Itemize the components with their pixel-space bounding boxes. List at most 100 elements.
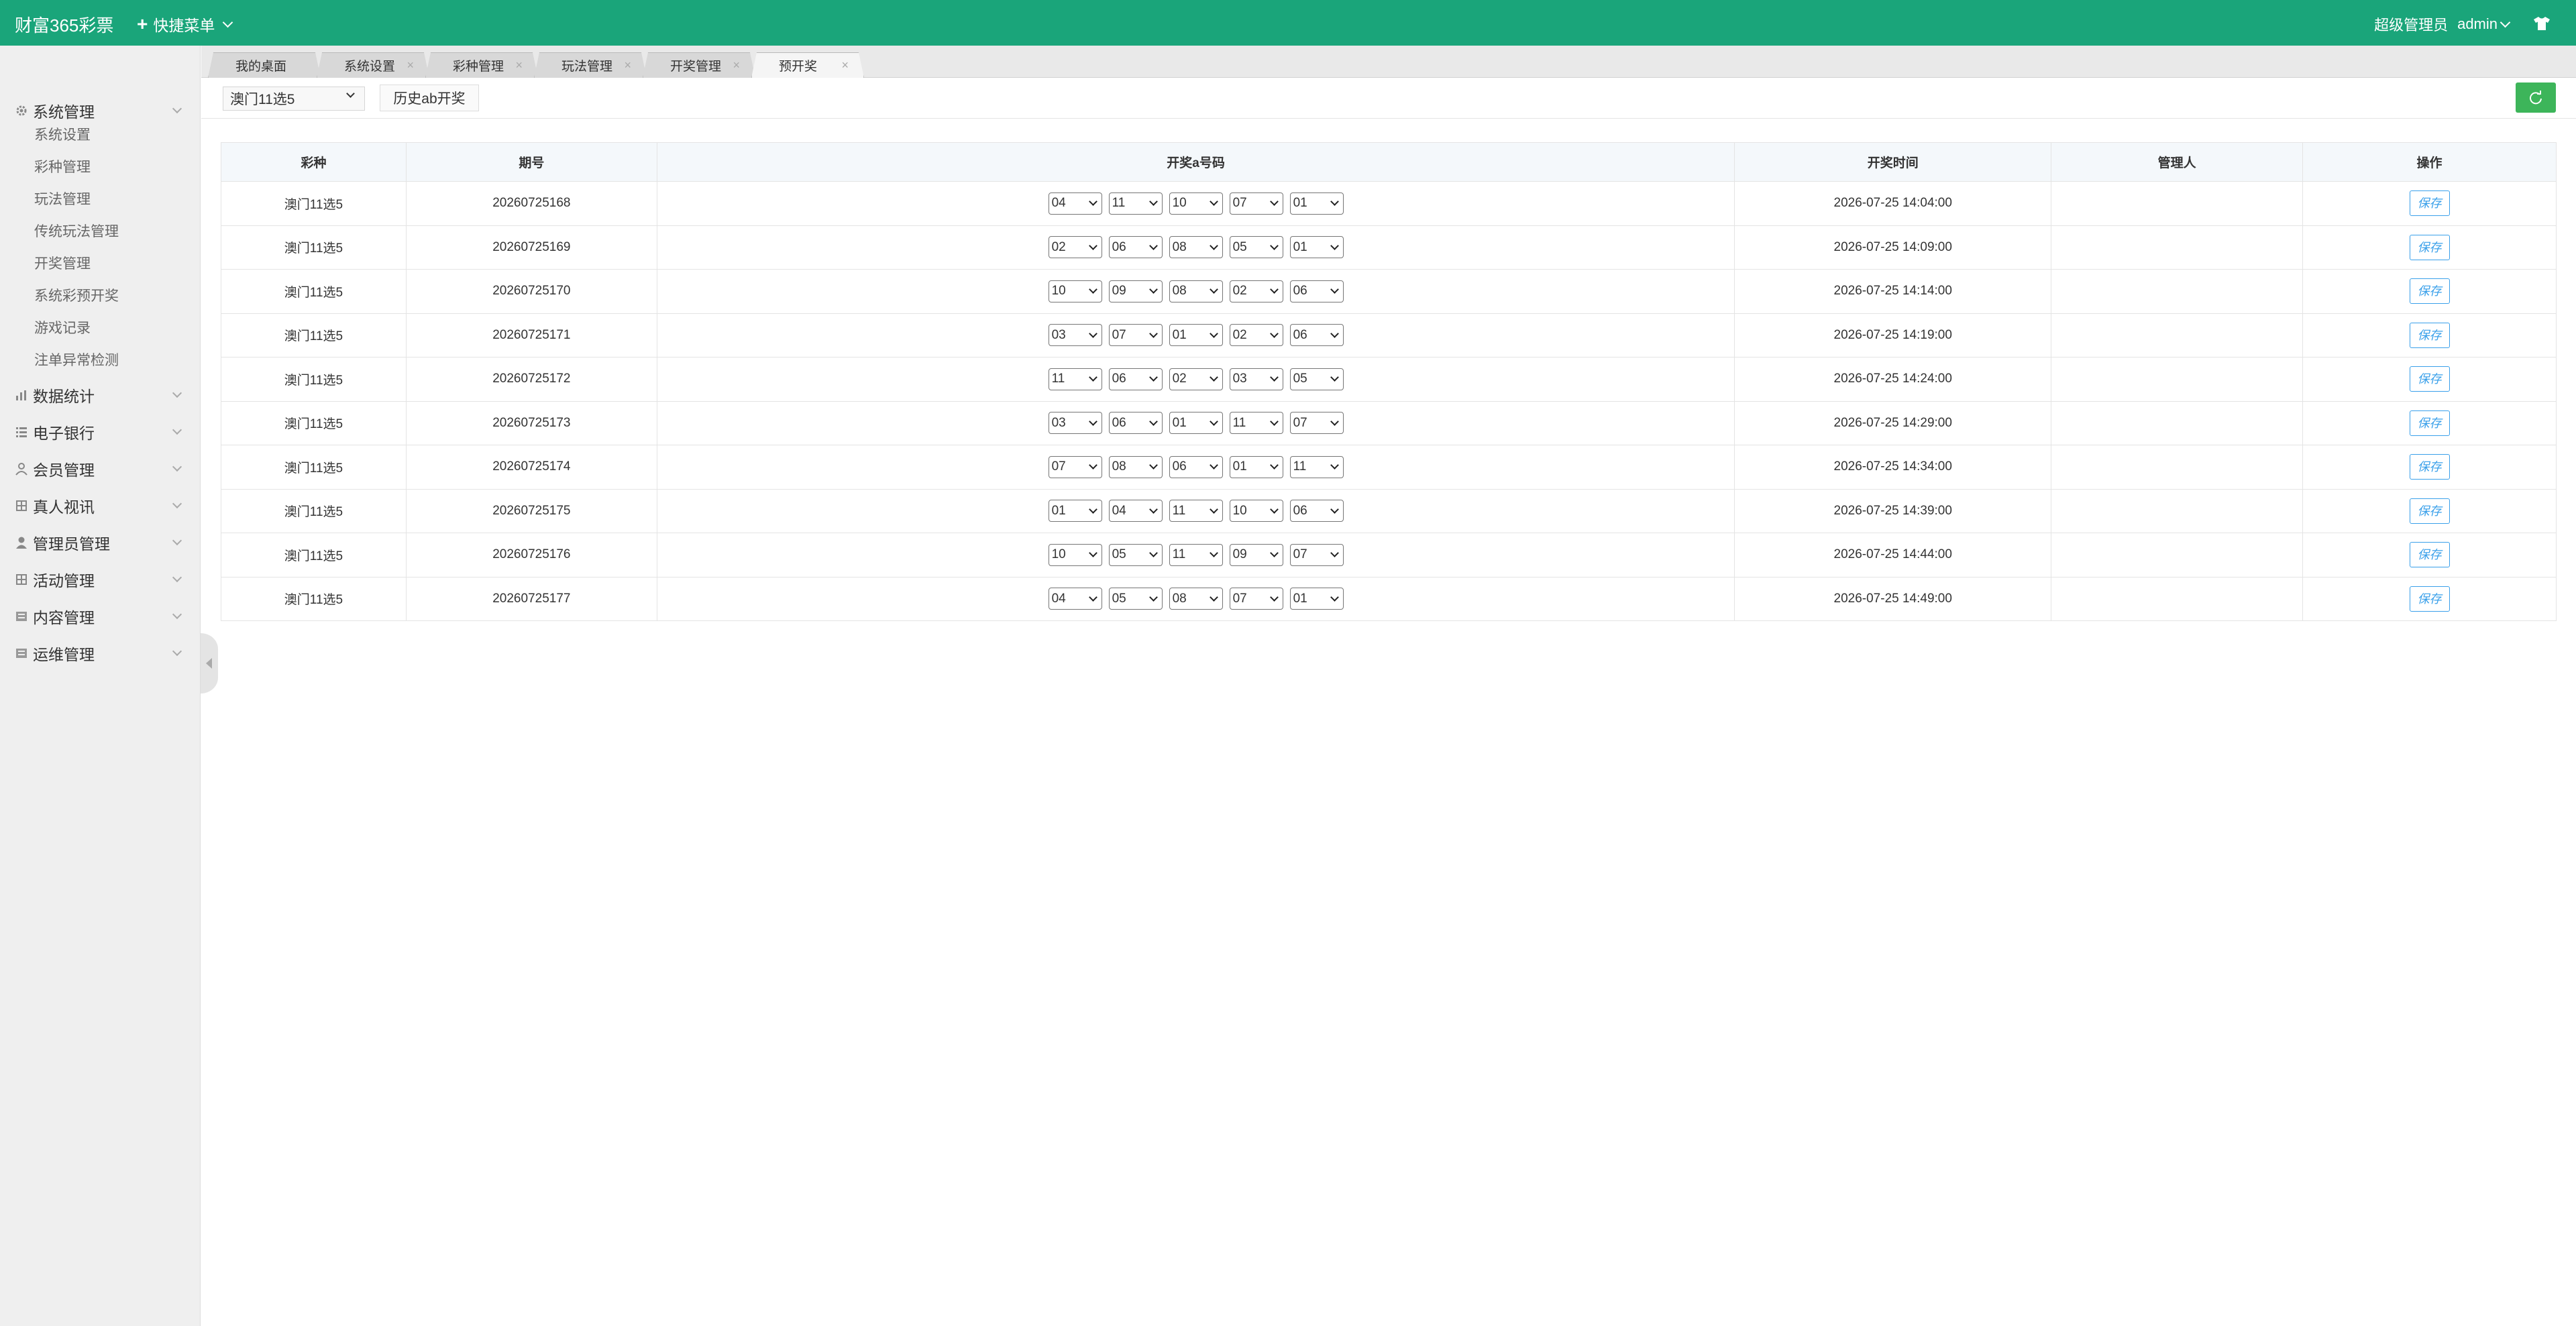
- number-select[interactable]: 11: [1108, 192, 1163, 215]
- number-select[interactable]: 07: [1229, 192, 1283, 215]
- tab-system-settings[interactable]: 系统设置 ×: [317, 52, 429, 78]
- history-draw-button[interactable]: 历史ab开奖: [380, 85, 479, 111]
- sidebar-collapse-handle[interactable]: [201, 633, 218, 694]
- number-select[interactable]: 01: [1289, 192, 1344, 215]
- number-select[interactable]: 01: [1169, 324, 1223, 347]
- number-select[interactable]: 08: [1108, 455, 1163, 478]
- number-select[interactable]: 03: [1048, 324, 1102, 347]
- sidebar-group-admins[interactable]: 管理员管理: [0, 527, 201, 559]
- save-button[interactable]: 保存: [2409, 498, 2450, 524]
- number-select[interactable]: 10: [1048, 280, 1102, 302]
- save-button[interactable]: 保存: [2409, 278, 2450, 305]
- number-select[interactable]: 10: [1169, 192, 1223, 215]
- number-select[interactable]: 06: [1289, 280, 1344, 302]
- number-select[interactable]: 08: [1169, 236, 1223, 259]
- sidebar-group-live-video[interactable]: 真人视讯: [0, 490, 201, 522]
- quick-menu-button[interactable]: + 快捷菜单: [137, 13, 233, 36]
- number-select[interactable]: 06: [1108, 412, 1163, 435]
- close-icon[interactable]: ×: [624, 58, 631, 72]
- skin-icon[interactable]: [2533, 16, 2551, 31]
- number-select-value: 02: [1172, 372, 1187, 386]
- close-icon[interactable]: ×: [841, 58, 849, 72]
- user-menu[interactable]: admin: [2457, 15, 2511, 33]
- number-select[interactable]: 05: [1108, 543, 1163, 566]
- number-select[interactable]: 07: [1289, 543, 1344, 566]
- sidebar-group-content[interactable]: 内容管理: [0, 600, 201, 632]
- number-select[interactable]: 09: [1229, 543, 1283, 566]
- sidebar-group-system[interactable]: 系统管理: [0, 95, 201, 127]
- number-select[interactable]: 11: [1169, 543, 1223, 566]
- number-select[interactable]: 01: [1229, 455, 1283, 478]
- number-select[interactable]: 01: [1289, 588, 1344, 610]
- number-select[interactable]: 04: [1108, 500, 1163, 522]
- tab-draw-management[interactable]: 开奖管理 ×: [643, 52, 755, 78]
- sidebar-group-statistics[interactable]: 数据统计: [0, 379, 201, 411]
- number-select[interactable]: 10: [1048, 543, 1102, 566]
- sidebar-item-bet-anomaly[interactable]: 注单异常检测: [34, 349, 119, 370]
- tab-desktop[interactable]: 我的桌面: [208, 52, 321, 78]
- app-logo[interactable]: 财富365彩票: [15, 12, 113, 37]
- number-select[interactable]: 08: [1169, 280, 1223, 302]
- save-button[interactable]: 保存: [2409, 454, 2450, 480]
- number-select[interactable]: 02: [1048, 236, 1102, 259]
- cell-numbers: 10 09 08 02 06: [656, 269, 1735, 314]
- number-select[interactable]: 06: [1289, 500, 1344, 522]
- number-select[interactable]: 06: [1108, 368, 1163, 390]
- number-select[interactable]: 06: [1289, 324, 1344, 347]
- save-button[interactable]: 保存: [2409, 366, 2450, 392]
- sidebar-group-ebank[interactable]: 电子银行: [0, 416, 201, 448]
- sidebar-item-pre-draw[interactable]: 系统彩预开奖: [34, 285, 119, 305]
- lottery-select[interactable]: 澳门11选5: [223, 87, 365, 111]
- number-select[interactable]: 11: [1169, 500, 1223, 522]
- number-select[interactable]: 11: [1229, 412, 1283, 435]
- number-select[interactable]: 05: [1289, 368, 1344, 390]
- number-select[interactable]: 07: [1108, 324, 1163, 347]
- number-select[interactable]: 01: [1169, 412, 1223, 435]
- number-select[interactable]: 10: [1229, 500, 1283, 522]
- save-button[interactable]: 保存: [2409, 190, 2450, 217]
- sidebar-item-traditional-play[interactable]: 传统玩法管理: [34, 221, 119, 241]
- tab-label: 玩法管理: [561, 60, 613, 74]
- number-select[interactable]: 06: [1169, 455, 1223, 478]
- number-select[interactable]: 04: [1048, 192, 1102, 215]
- sidebar-group-activities[interactable]: 活动管理: [0, 563, 201, 596]
- number-select[interactable]: 01: [1289, 236, 1344, 259]
- number-select[interactable]: 01: [1048, 500, 1102, 522]
- number-select[interactable]: 07: [1048, 455, 1102, 478]
- number-select[interactable]: 02: [1229, 280, 1283, 302]
- sidebar-item-system-settings[interactable]: 系统设置: [34, 124, 91, 144]
- sidebar-group-members[interactable]: 会员管理: [0, 453, 201, 485]
- save-button[interactable]: 保存: [2409, 234, 2450, 260]
- sidebar-item-game-records[interactable]: 游戏记录: [34, 317, 91, 337]
- number-select[interactable]: 05: [1108, 588, 1163, 610]
- number-select[interactable]: 09: [1108, 280, 1163, 302]
- sidebar-item-lottery-types[interactable]: 彩种管理: [34, 156, 91, 176]
- number-select[interactable]: 04: [1048, 588, 1102, 610]
- number-select[interactable]: 11: [1048, 368, 1102, 390]
- number-select[interactable]: 02: [1169, 368, 1223, 390]
- save-button[interactable]: 保存: [2409, 410, 2450, 436]
- sidebar-group-ops[interactable]: 运维管理: [0, 637, 201, 669]
- number-select[interactable]: 07: [1229, 588, 1283, 610]
- cell-lottery: 澳门11选5: [221, 445, 407, 490]
- number-select[interactable]: 05: [1229, 236, 1283, 259]
- number-select[interactable]: 07: [1289, 412, 1344, 435]
- sidebar-item-draw-management[interactable]: 开奖管理: [34, 253, 91, 273]
- number-select[interactable]: 11: [1289, 455, 1344, 478]
- close-icon[interactable]: ×: [407, 58, 414, 72]
- number-select[interactable]: 08: [1169, 588, 1223, 610]
- close-icon[interactable]: ×: [515, 58, 523, 72]
- save-button[interactable]: 保存: [2409, 542, 2450, 568]
- tab-play-modes[interactable]: 玩法管理 ×: [534, 52, 647, 78]
- sidebar-item-play-modes[interactable]: 玩法管理: [34, 188, 91, 209]
- close-icon[interactable]: ×: [733, 58, 740, 72]
- number-select[interactable]: 03: [1229, 368, 1283, 390]
- number-select[interactable]: 03: [1048, 412, 1102, 435]
- save-button[interactable]: 保存: [2409, 586, 2450, 612]
- number-select[interactable]: 06: [1108, 236, 1163, 259]
- save-button[interactable]: 保存: [2409, 322, 2450, 348]
- tab-lottery-types[interactable]: 彩种管理 ×: [425, 52, 538, 78]
- tab-pre-draw[interactable]: 预开奖 ×: [751, 52, 864, 78]
- refresh-button[interactable]: [2516, 82, 2556, 113]
- number-select[interactable]: 02: [1229, 324, 1283, 347]
